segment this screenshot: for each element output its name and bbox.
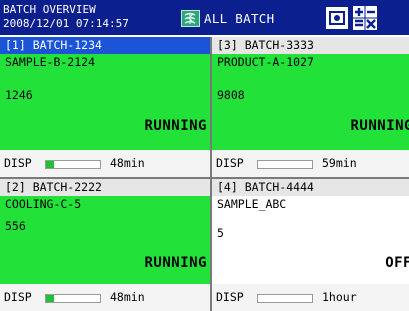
- batch-2-panel[interactable]: COOLING-C-5 556 RUNNING: [0, 196, 210, 284]
- date-time: 2008/12/01 07:14:57: [3, 17, 129, 30]
- batch-4-panel[interactable]: SAMPLE_ABC 5 OFF: [212, 196, 409, 284]
- batch-1-progress-bar: [45, 160, 101, 169]
- batch-1-disp-label: DISP: [4, 156, 32, 170]
- batch-3-status: RUNNING: [350, 118, 409, 134]
- batch-1-disp-time: 48min: [110, 156, 145, 170]
- batch-1-progress-fill: [46, 161, 55, 168]
- display-icon[interactable]: [325, 6, 349, 30]
- batch-1-panel[interactable]: SAMPLE-B-2124 1246 RUNNING: [0, 54, 210, 150]
- batch-3-name: PRODUCT-A-1027: [217, 55, 314, 69]
- batch-2-header[interactable]: [2] BATCH-2222: [0, 179, 210, 196]
- batch-2-status: RUNNING: [144, 255, 207, 271]
- batch-4-footer: DISP 1hour: [212, 284, 409, 311]
- column-divider: [210, 37, 212, 311]
- batch-4-status: OFF: [385, 255, 409, 271]
- batch-3-header[interactable]: [3] BATCH-3333: [212, 37, 409, 54]
- batch-3-disp-label: DISP: [216, 156, 244, 170]
- batch-1-footer: DISP 48min: [0, 150, 210, 177]
- batch-1-status: RUNNING: [144, 118, 207, 134]
- screen-title: BATCH OVERVIEW: [3, 3, 96, 16]
- batch-2-disp-label: DISP: [4, 290, 32, 304]
- batch-2-disp-time: 48min: [110, 290, 145, 304]
- batch-3-value: 9808: [217, 88, 245, 102]
- batch-1-header[interactable]: [1] BATCH-1234: [0, 37, 210, 54]
- batch-4-name: SAMPLE_ABC: [217, 197, 287, 211]
- title-bar: BATCH OVERVIEW 2008/12/01 07:14:57 ALL B…: [0, 0, 409, 35]
- batch-4-disp-time: 1hour: [322, 290, 357, 304]
- batch-3-panel[interactable]: PRODUCT-A-1027 9808 RUNNING: [212, 54, 409, 150]
- batch-2-progress-fill: [46, 295, 55, 302]
- batch-4-progress-bar: [257, 294, 313, 303]
- batch-4-disp-label: DISP: [216, 290, 244, 304]
- batch-2-footer: DISP 48min: [0, 284, 210, 311]
- batch-1-value: 1246: [5, 88, 33, 102]
- batch-mode-label: ALL BATCH: [204, 11, 275, 26]
- batch-4-value: 5: [217, 226, 224, 240]
- batch-1-name: SAMPLE-B-2124: [5, 55, 96, 69]
- batch-3-disp-time: 59min: [322, 156, 357, 170]
- batch-2-value: 556: [5, 219, 26, 233]
- batch-3-progress-bar: [257, 160, 313, 169]
- calculator-icon[interactable]: [352, 5, 378, 31]
- status-icon[interactable]: [181, 10, 200, 27]
- batch-2-name: COOLING-C-5: [5, 197, 82, 211]
- batch-2-progress-bar: [45, 294, 101, 303]
- batch-3-footer: DISP 59min: [212, 150, 409, 177]
- batch-4-header[interactable]: [4] BATCH-4444: [212, 179, 409, 196]
